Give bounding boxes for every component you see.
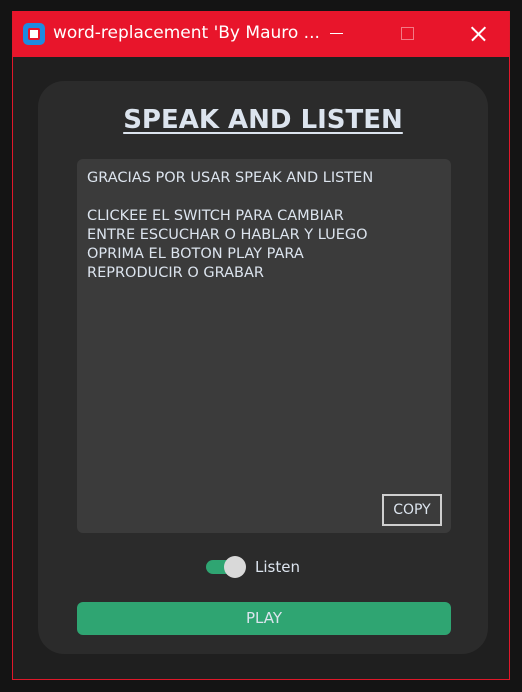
title-bar[interactable]: word-replacement 'By Mauro ... — [13, 11, 509, 57]
maximize-icon[interactable] — [384, 11, 430, 57]
switch-label: Listen — [255, 558, 300, 576]
window-title: word-replacement 'By Mauro ... — [53, 23, 320, 43]
transcript-textbox[interactable]: GRACIAS POR USAR SPEAK AND LISTEN CLICKE… — [77, 159, 451, 533]
close-icon[interactable] — [455, 11, 501, 57]
play-button[interactable]: PLAY — [77, 602, 451, 635]
app-window: word-replacement 'By Mauro ... SPEAK AND… — [12, 11, 510, 680]
minimize-icon[interactable] — [313, 11, 359, 57]
listen-switch[interactable] — [206, 556, 246, 578]
copy-button[interactable]: COPY — [382, 494, 442, 526]
app-icon — [23, 23, 45, 45]
main-panel: SPEAK AND LISTEN GRACIAS POR USAR SPEAK … — [38, 81, 488, 654]
page-title: SPEAK AND LISTEN — [123, 105, 403, 135]
switch-knob[interactable] — [224, 556, 246, 578]
